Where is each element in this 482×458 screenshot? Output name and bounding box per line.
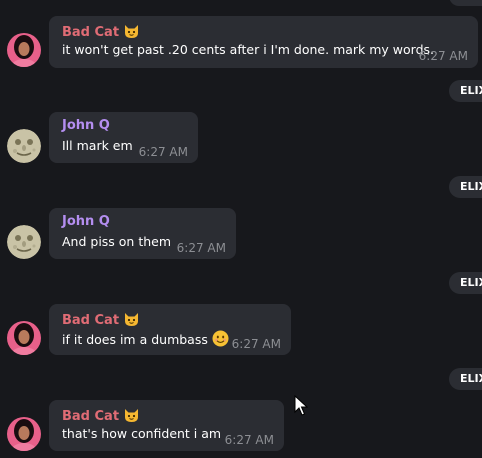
sender-name[interactable]: Bad Cat (62, 22, 140, 40)
message-text-content: if it does im a dumbass (62, 332, 208, 347)
cat-face-emoji-icon (123, 310, 140, 327)
moon-face-avatar-icon[interactable] (7, 129, 41, 163)
message-bubble[interactable]: John Q And piss on them 6:27 AM (49, 208, 236, 259)
message-pill[interactable]: ELIX (449, 176, 482, 198)
message-timestamp: 6:27 AM (138, 145, 188, 159)
sender-name[interactable]: Bad Cat (62, 406, 140, 424)
message-text: And piss on them (62, 234, 172, 249)
message-pill[interactable]: ELIX (449, 272, 482, 294)
partial-message-pill (449, 0, 482, 6)
woman-avatar-icon[interactable] (7, 417, 41, 451)
cat-face-emoji-icon (123, 406, 140, 423)
sender-label: Bad Cat (62, 313, 120, 328)
message-text: if it does im a dumbass (62, 330, 229, 347)
sender-label: John Q (62, 214, 110, 229)
sender-name[interactable]: John Q (62, 214, 110, 229)
cat-face-emoji-icon (123, 22, 140, 39)
smiling-face-emoji-icon (212, 330, 229, 347)
sender-label: Bad Cat (62, 409, 120, 424)
message-timestamp: 6:27 AM (418, 49, 468, 63)
message-text: it won't get past .20 cents after i I'm … (62, 42, 435, 57)
message-bubble[interactable]: John Q Ill mark em 6:27 AM (49, 112, 198, 163)
sender-label: John Q (62, 118, 110, 133)
message-bubble[interactable]: Bad Cat it won't get past .20 cents afte… (49, 16, 478, 68)
message-timestamp: 6:27 AM (176, 241, 226, 255)
sender-label: Bad Cat (62, 25, 120, 40)
chat-area[interactable]: Bad Cat it won't get past .20 cents afte… (0, 0, 482, 458)
message-bubble[interactable]: Bad Cat that's how confident i am 6:27 A… (49, 400, 284, 451)
sender-name[interactable]: Bad Cat (62, 310, 140, 328)
message-pill[interactable]: ELIX (449, 368, 482, 390)
moon-face-avatar-icon[interactable] (7, 225, 41, 259)
woman-avatar-icon[interactable] (7, 33, 41, 67)
sender-name[interactable]: John Q (62, 118, 110, 133)
message-bubble[interactable]: Bad Cat if it does im a dumbass 6:27 AM (49, 304, 291, 355)
message-timestamp: 6:27 AM (231, 337, 281, 351)
mouse-cursor-icon (294, 394, 309, 417)
woman-avatar-icon[interactable] (7, 321, 41, 355)
message-text: Ill mark em (62, 138, 133, 153)
message-timestamp: 6:27 AM (224, 433, 274, 447)
message-pill[interactable]: ELIX (449, 80, 482, 102)
message-text: that's how confident i am (62, 426, 222, 441)
